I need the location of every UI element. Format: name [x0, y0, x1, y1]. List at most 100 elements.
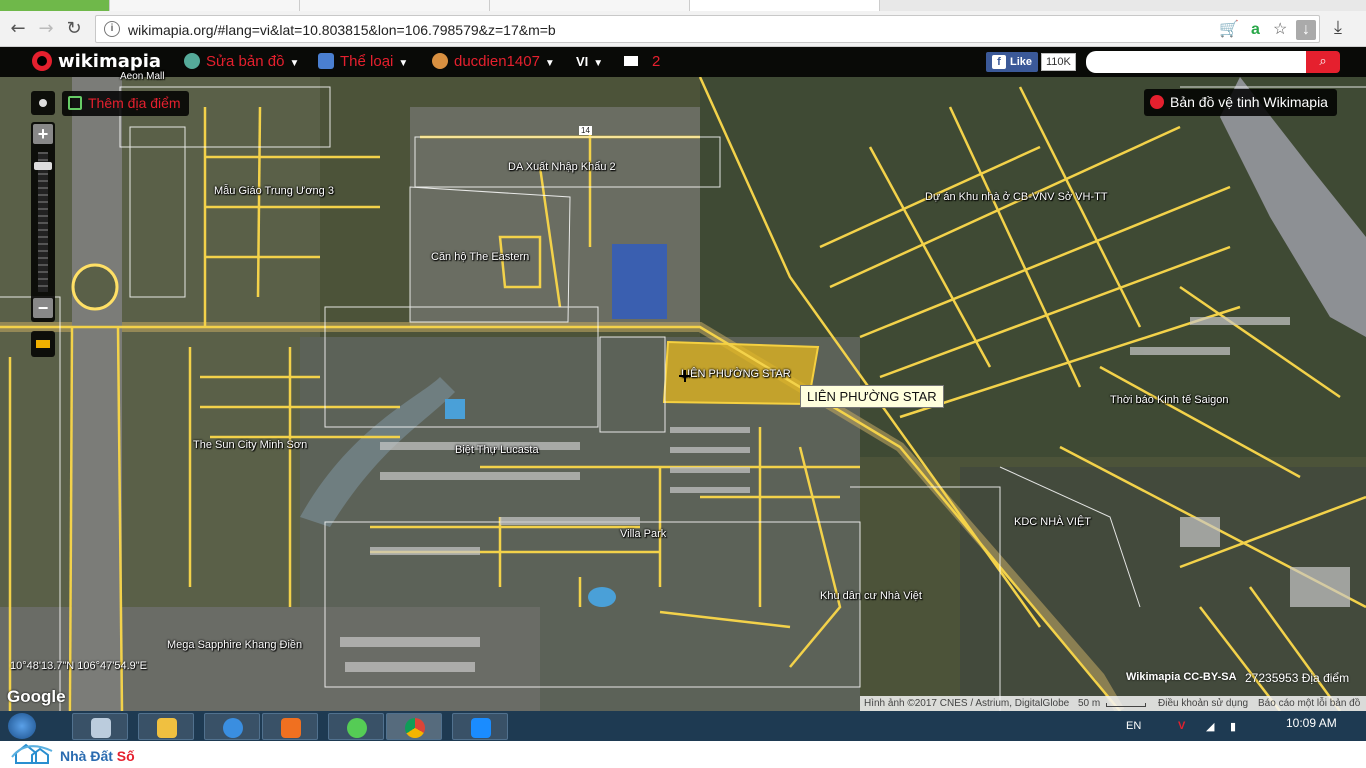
zoom-slider-track[interactable]: [38, 152, 48, 292]
facebook-icon: f: [992, 55, 1006, 69]
map-label-eastern[interactable]: Căn hộ The Eastern: [431, 251, 529, 263]
wikimapia-logo-icon: [32, 51, 52, 71]
tab-2[interactable]: [110, 0, 300, 11]
start-button[interactable]: [8, 713, 36, 739]
edit-map-menu[interactable]: Sửa bản đồ ▼: [184, 53, 299, 70]
windows-taskbar: EN V ◢ ▮ 10:09 AM: [0, 711, 1366, 741]
volume-icon[interactable]: ◢: [1206, 720, 1214, 733]
user-menu[interactable]: ducdien1407 ▼: [432, 53, 555, 70]
satellite-map-label: Bản đồ vệ tinh Wikimapia: [1170, 94, 1328, 110]
taskbar-app-explorer[interactable]: [138, 713, 194, 740]
brand-text-accent: Số: [116, 748, 135, 764]
reload-icon[interactable]: ↻: [62, 17, 86, 41]
wikimapia-logo[interactable]: wikimapia: [32, 51, 161, 72]
taskbar-app-ie[interactable]: [204, 713, 260, 740]
facebook-like-count: 110K: [1041, 53, 1076, 71]
google-logo: Google: [7, 687, 66, 706]
map-label-kindergarten[interactable]: Mẫu Giáo Trung Ương 3: [214, 185, 334, 197]
cart-extension-icon[interactable]: 🛒: [1219, 20, 1239, 40]
map-label-sun-city[interactable]: The Sun City Minh Sơn: [193, 439, 307, 451]
network-icon[interactable]: ▮: [1230, 720, 1236, 733]
map-label-lien-phuong[interactable]: LIÊN PHƯỜNG STAR: [681, 368, 791, 380]
wikimapia-header: wikimapia Sửa bản đồ ▼ Thể loại ▼ ducdien1…: [0, 47, 1366, 77]
map-label-kdc-nha-viet[interactable]: KDC NHÀ VIỆT: [1014, 516, 1091, 528]
chrome-icon: [405, 718, 425, 738]
map-label-aeon[interactable]: Aeon Mall: [120, 71, 164, 82]
zoom-slider-handle[interactable]: [34, 162, 52, 170]
zoom-in-button[interactable]: +: [33, 124, 53, 144]
place-tooltip: LIÊN PHƯỜNG STAR: [800, 385, 944, 408]
ruler-tool-button[interactable]: [31, 331, 55, 357]
scale-bar: [1106, 703, 1146, 707]
imagery-credit: Hình ảnh ©2017 CNES / Astrium, DigitalGl…: [864, 698, 1070, 709]
nha-dat-so-watermark: Nhà Đất Số: [10, 743, 135, 765]
taskbar-app-chrome[interactable]: [386, 713, 442, 740]
tab-4[interactable]: [490, 0, 690, 11]
tray-app-icon[interactable]: V: [1178, 720, 1185, 732]
coccoc-browser-icon: [347, 718, 367, 738]
language-indicator[interactable]: EN: [1126, 720, 1141, 732]
chevron-down-icon: ▼: [544, 58, 555, 69]
search-input[interactable]: [1086, 51, 1308, 73]
categories-menu[interactable]: Thể loại ▼: [318, 53, 408, 70]
locate-button[interactable]: [31, 91, 55, 115]
zoom-out-button[interactable]: −: [33, 298, 53, 318]
folder-icon: [157, 718, 177, 738]
add-place-button[interactable]: Thêm địa điểm: [62, 91, 189, 116]
envelope-icon: [624, 56, 638, 66]
categories-label: Thể loại: [340, 53, 394, 70]
satellite-map-button[interactable]: Bản đồ vệ tinh Wikimapia: [1144, 89, 1337, 116]
taskbar-app-zalo[interactable]: [452, 713, 508, 740]
map-label-khu-dan-cu[interactable]: Khu dân cư Nhà Việt: [820, 590, 922, 602]
info-icon[interactable]: i: [104, 21, 120, 37]
download-extension-icon[interactable]: ↓: [1296, 20, 1316, 40]
report-error-link[interactable]: Báo cáo một lỗi bản đồ: [1258, 696, 1360, 711]
language-selector[interactable]: VI ▼: [576, 54, 603, 69]
search-button[interactable]: ⌕: [1306, 51, 1340, 73]
map-label-cbvnv[interactable]: Dự án Khu nhà ở CB-VNV Sở VH-TT: [925, 191, 1108, 203]
search-icon: ⌕: [1319, 54, 1327, 69]
language-label: VI: [576, 54, 589, 69]
license-link[interactable]: Wikimapia CC-BY-SA: [1126, 671, 1237, 683]
map-label-mega-sapphire[interactable]: Mega Sapphire Khang Điền: [167, 639, 302, 651]
bookmark-star-icon[interactable]: ☆: [1273, 20, 1287, 40]
back-arrow-icon[interactable]: ←: [6, 17, 30, 41]
forward-arrow-icon[interactable]: →: [34, 17, 58, 41]
messages-button[interactable]: 2: [624, 53, 660, 70]
crosshair-cursor-icon: [679, 370, 691, 382]
system-clock[interactable]: 10:09 AM: [1286, 716, 1337, 730]
media-player-icon: [281, 718, 301, 738]
taskbar-app-media[interactable]: [262, 713, 318, 740]
chevron-down-icon: ▼: [593, 58, 604, 69]
messages-count: 2: [652, 53, 661, 70]
map-viewport[interactable]: wikimapia Sửa bản đồ ▼ Thể loại ▼ ducdien1…: [0, 47, 1366, 711]
terms-link[interactable]: Điều khoản sử dụng: [1158, 696, 1248, 711]
taskbar-app-calculator[interactable]: [72, 713, 128, 740]
house-logo-icon: [11, 743, 53, 764]
map-label-lucasta[interactable]: Biệt Thự Lucasta: [455, 444, 539, 456]
map-label-thoibao[interactable]: Thời báo Kinh tế Saigon: [1110, 394, 1229, 406]
places-count: 27235953 Địa điểm: [1245, 671, 1350, 685]
categories-icon: [318, 53, 334, 69]
watermark-strip: Nhà Đất Số: [0, 741, 1366, 768]
tab-active[interactable]: [690, 0, 880, 11]
taskbar-app-coccoc[interactable]: [328, 713, 384, 740]
extension-a-icon[interactable]: a: [1251, 20, 1260, 40]
chevron-down-icon: ▼: [398, 58, 409, 69]
map-label-export[interactable]: DA Xuất Nhập Khẩu 2: [508, 161, 616, 173]
download-icon[interactable]: ⤓: [1334, 17, 1342, 38]
map-label-villa-park[interactable]: Villa Park: [620, 528, 666, 540]
scale-label: 50 m: [1078, 698, 1101, 709]
road-number-badge: 14: [579, 126, 592, 135]
user-icon: [432, 53, 448, 69]
zalo-icon: [471, 718, 491, 738]
calculator-icon: [91, 718, 111, 738]
cursor-coordinates: 10°48'13.7"N 106°47'54.9"E: [10, 660, 148, 672]
chevron-down-icon: ▼: [289, 58, 300, 69]
tab-3[interactable]: [300, 0, 490, 11]
tab-1[interactable]: [0, 0, 110, 11]
facebook-like-button[interactable]: f Like: [986, 52, 1039, 72]
url-text[interactable]: wikimapia.org/#lang=vi&lat=10.803815&lon…: [128, 22, 556, 38]
add-place-icon: [68, 96, 82, 110]
url-bar[interactable]: i wikimapia.org/#lang=vi&lat=10.803815&l…: [95, 15, 1320, 43]
